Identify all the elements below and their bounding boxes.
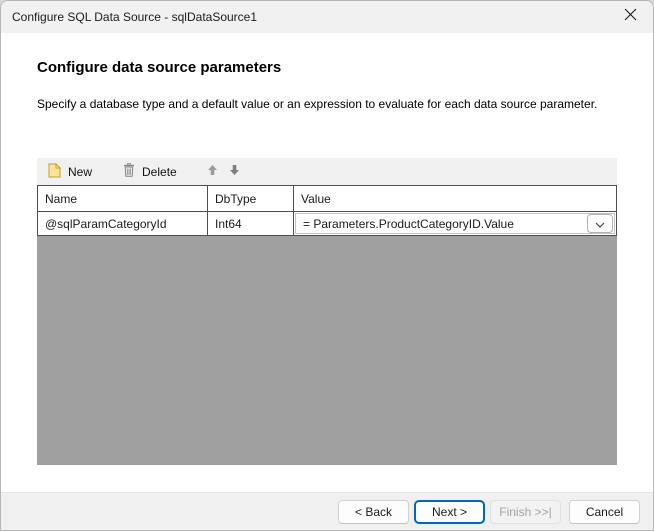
delete-parameter-button[interactable]: Delete xyxy=(120,161,180,183)
delete-parameter-label: Delete xyxy=(142,165,177,179)
new-parameter-label: New xyxy=(68,165,92,179)
arrow-up-icon xyxy=(207,163,218,181)
parameter-name-cell[interactable]: @sqlParamCategoryId xyxy=(38,212,208,235)
cancel-button[interactable]: Cancel xyxy=(569,500,640,524)
back-button[interactable]: < Back xyxy=(338,500,409,524)
configure-sql-data-source-dialog: Configure SQL Data Source - sqlDataSourc… xyxy=(0,0,654,531)
parameters-grid: Name DbType Value @sqlParamCategoryId In… xyxy=(37,185,617,236)
close-button[interactable] xyxy=(607,1,653,33)
column-header-name: Name xyxy=(38,186,208,211)
move-up-button[interactable] xyxy=(202,161,224,183)
trash-icon xyxy=(123,163,135,180)
value-combobox-text: = Parameters.ProductCategoryID.Value xyxy=(303,217,514,231)
new-parameter-button[interactable]: New xyxy=(45,161,95,183)
finish-button[interactable]: Finish >>| xyxy=(490,500,561,524)
titlebar: Configure SQL Data Source - sqlDataSourc… xyxy=(1,1,653,33)
value-combobox[interactable]: = Parameters.ProductCategoryID.Value xyxy=(295,213,615,234)
parameter-value-cell: = Parameters.ProductCategoryID.Value xyxy=(294,212,616,235)
arrow-down-icon xyxy=(229,163,240,181)
grid-header-row: Name DbType Value xyxy=(38,186,616,212)
move-down-button[interactable] xyxy=(224,161,246,183)
empty-grid-area xyxy=(37,236,617,465)
parameter-dbtype-cell[interactable]: Int64 xyxy=(208,212,294,235)
value-dropdown-button[interactable] xyxy=(587,214,613,233)
column-header-dbtype: DbType xyxy=(208,186,294,211)
table-row: @sqlParamCategoryId Int64 = Parameters.P… xyxy=(38,212,616,235)
close-icon xyxy=(624,8,637,26)
wizard-footer: < Back Next > Finish >>| Cancel xyxy=(1,492,653,530)
new-document-icon xyxy=(48,163,61,181)
page-title: Configure data source parameters xyxy=(37,59,281,76)
parameters-panel: New Delete xyxy=(37,158,617,465)
page-description: Specify a database type and a default va… xyxy=(37,97,597,111)
column-header-value: Value xyxy=(294,186,616,211)
parameters-toolbar: New Delete xyxy=(37,158,617,185)
window-title: Configure SQL Data Source - sqlDataSourc… xyxy=(1,10,607,24)
next-button[interactable]: Next > xyxy=(414,500,485,524)
chevron-down-icon xyxy=(595,217,605,231)
